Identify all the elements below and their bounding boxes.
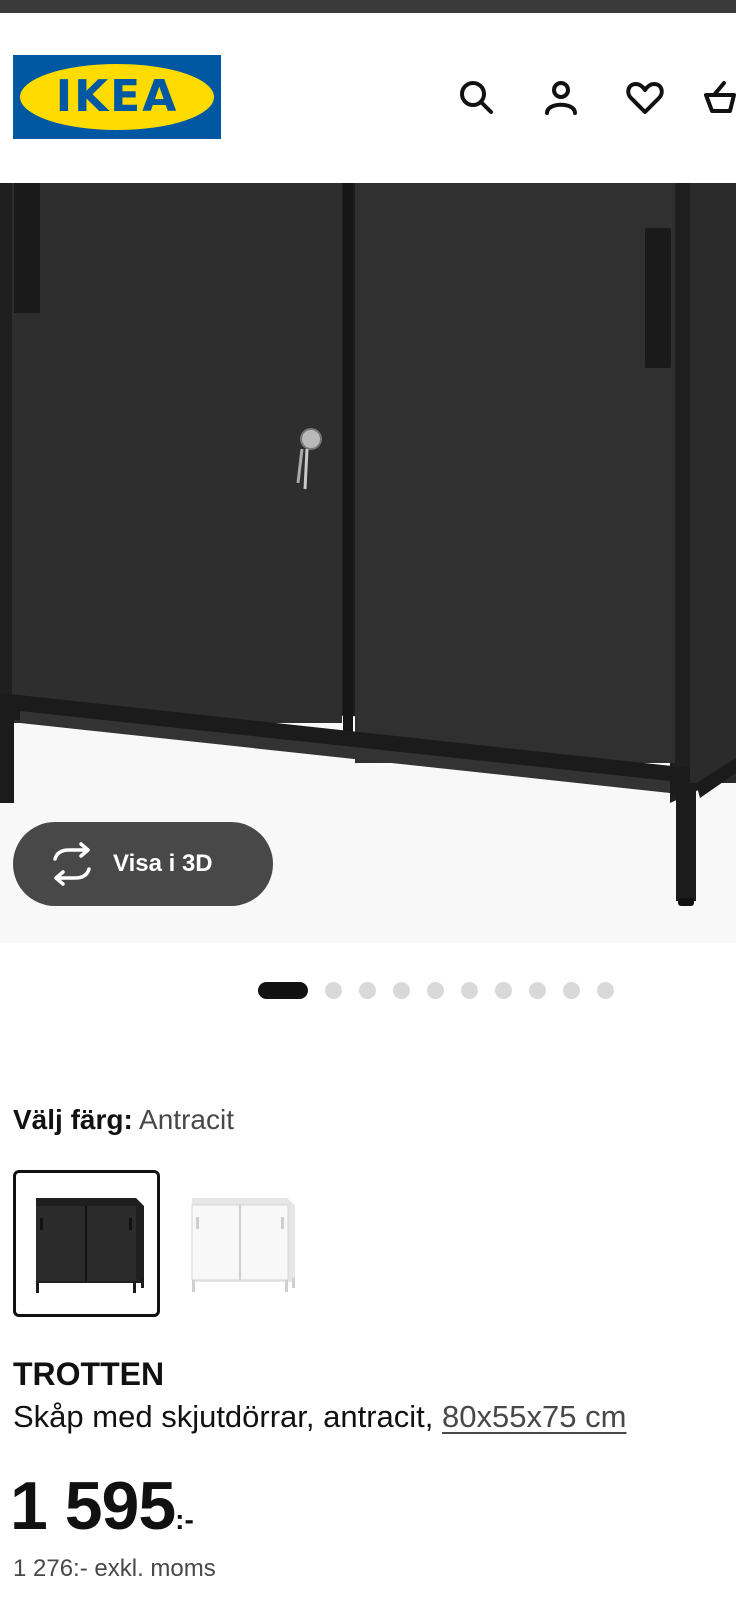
- gallery-dot[interactable]: [563, 981, 580, 999]
- ikea-logo[interactable]: IKEA ®: [13, 55, 221, 139]
- price-suffix: :-: [175, 1504, 194, 1535]
- rotate-icon: [49, 841, 95, 887]
- user-icon[interactable]: [538, 75, 584, 121]
- product-description: Skåp med skjutdörrar, antracit, 80x55x75…: [13, 1396, 626, 1438]
- view-in-3d-label: Visa i 3D: [113, 850, 213, 877]
- price-excluding-vat: 1 276:- exkl. moms: [13, 1555, 216, 1582]
- color-selection-line: Välj färg: Antracit: [13, 1100, 234, 1140]
- gallery-dot[interactable]: [393, 981, 410, 999]
- heart-icon[interactable]: [622, 75, 668, 121]
- gallery-dot[interactable]: [325, 981, 342, 999]
- product-description-text: Skåp med skjutdörrar, antracit,: [13, 1399, 434, 1434]
- white-swatch[interactable]: [172, 1170, 319, 1317]
- basket-icon[interactable]: [704, 75, 736, 121]
- gallery-dot[interactable]: [359, 981, 376, 999]
- product-name: TROTTEN: [13, 1356, 165, 1392]
- product-price: 1 595:-: [10, 1466, 194, 1546]
- product-dimensions-link[interactable]: 80x55x75 cm: [442, 1399, 626, 1434]
- logo-wordmark: IKEA: [55, 71, 179, 122]
- gallery-dot[interactable]: [597, 981, 614, 999]
- search-icon[interactable]: [454, 75, 500, 121]
- logo-registered-mark: ®: [206, 77, 213, 87]
- gallery-dot[interactable]: [529, 981, 546, 999]
- anthracite-swatch[interactable]: [13, 1170, 160, 1317]
- color-label: Välj färg:: [13, 1104, 133, 1135]
- price-amount: 1 595: [10, 1468, 176, 1544]
- gallery-dot[interactable]: [461, 981, 478, 999]
- gallery-dot[interactable]: [427, 981, 444, 999]
- selected-color: Antracit: [139, 1104, 234, 1135]
- gallery-dot[interactable]: [258, 981, 308, 999]
- site-header: IKEA ®: [0, 13, 736, 183]
- gallery-dot[interactable]: [495, 981, 512, 999]
- view-in-3d-button[interactable]: Visa i 3D: [13, 822, 273, 906]
- status-strip: [0, 0, 736, 13]
- gallery-pagination: [258, 981, 614, 999]
